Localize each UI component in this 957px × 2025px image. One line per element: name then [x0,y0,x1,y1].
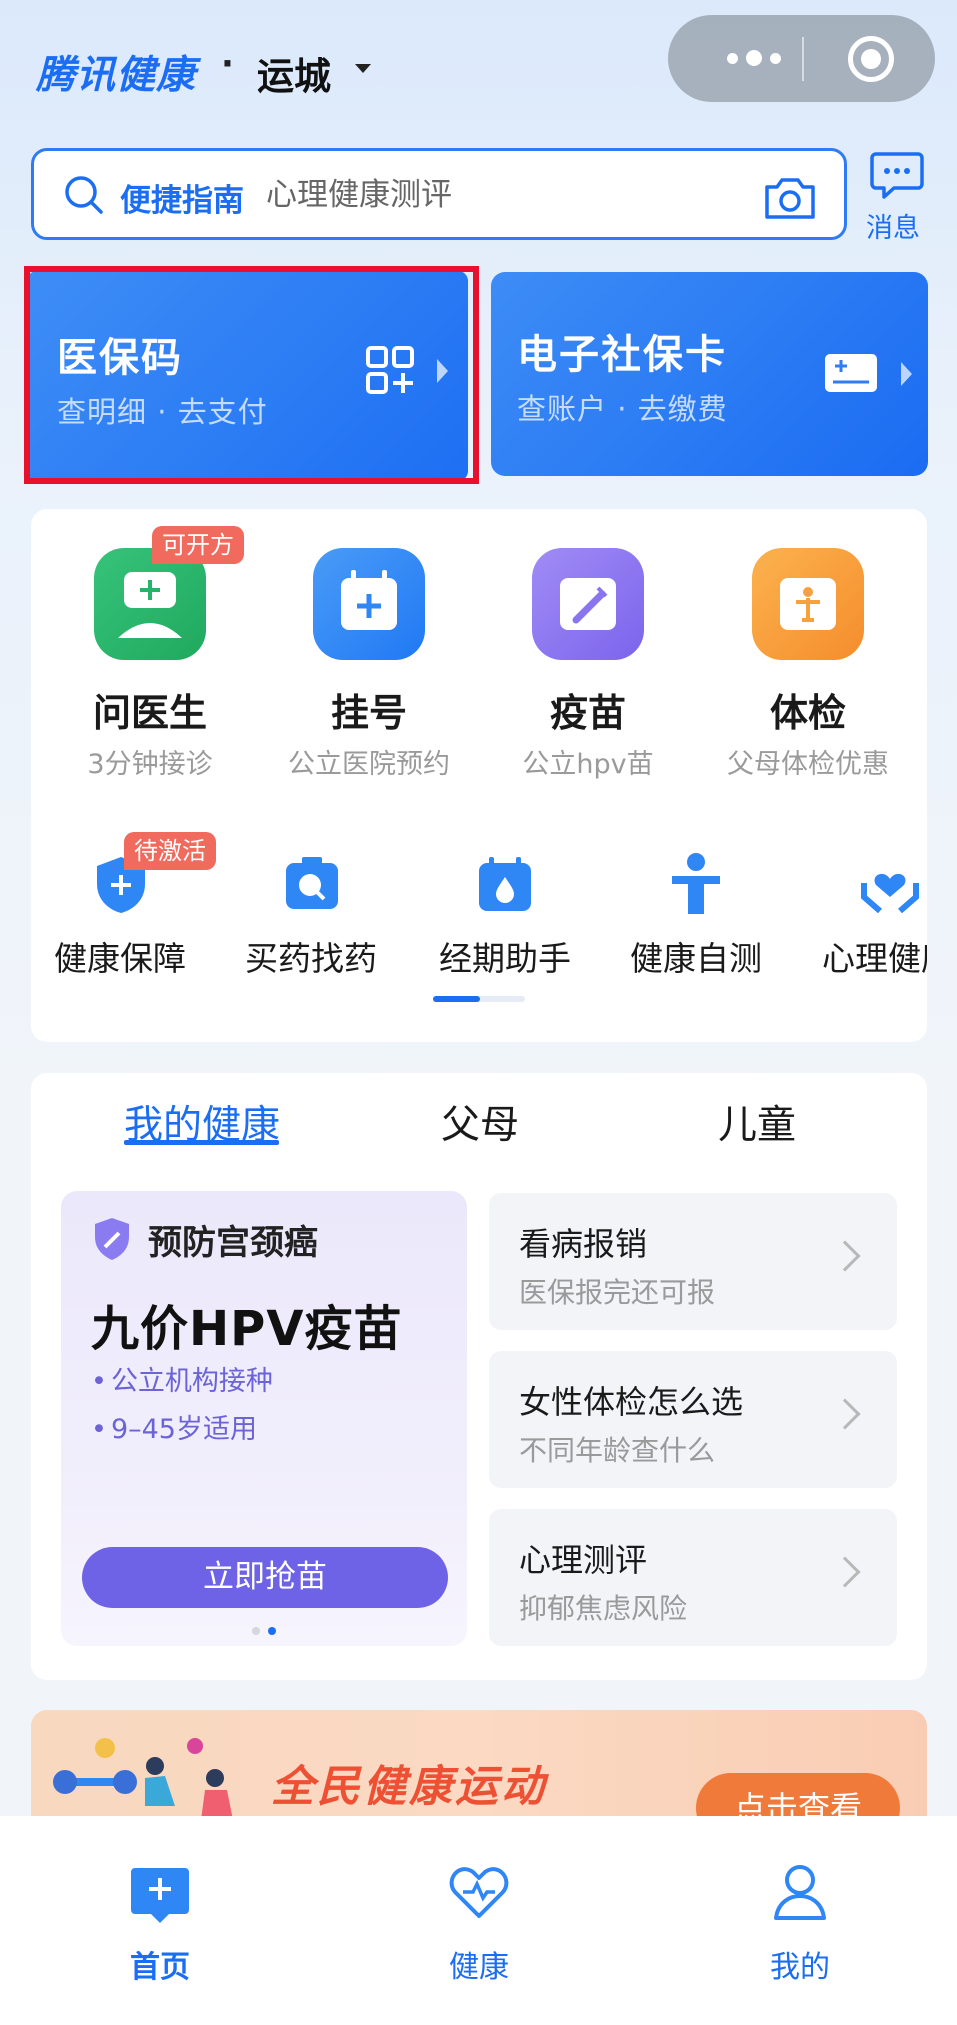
fitness-banner[interactable]: 全民健康运动 点击查看 [31,1710,927,1820]
city-selector[interactable]: 运城 [257,46,331,100]
service-tag: 待激活 [124,832,216,870]
promo-tag: 预防宫颈癌 [148,1223,318,1263]
service-ask-doctor[interactable] [94,548,206,660]
message-button[interactable]: 消息 [862,150,932,244]
checkup-icon [752,548,864,660]
camera-icon[interactable] [762,173,818,221]
tab-label: 健康 [449,1950,509,1985]
fitness-illustration-icon [53,1738,233,1820]
brand-separator: · [221,44,234,84]
search-guide-label[interactable]: 便捷指南 [120,175,244,220]
quick-row-psych-test[interactable]: 心理测评 抑郁焦虑风险 [489,1509,897,1646]
message-icon [870,152,924,199]
service-desc: 父母体检优惠 [727,749,889,780]
promo-bullet: 公立机构接种 [91,1359,273,1398]
tab-health[interactable]: 健康 [409,1856,549,1996]
search-icon [65,176,103,214]
caret-down-icon[interactable] [355,64,371,73]
person-icon [672,853,720,914]
chevron-right-icon [829,1240,861,1272]
service-vaccine[interactable] [532,548,644,660]
service-name: 问医生 [92,691,207,735]
mini-service-name: 心理健康 [822,939,927,978]
hpv-promo-card[interactable]: 预防宫颈癌 九价HPV疫苗 公立机构接种 9–45岁适用 立即抢苗 [61,1191,467,1646]
medicine-search-icon [286,857,338,909]
service-desc: 公立医院预约 [288,749,450,780]
chevron-right-icon [829,1398,861,1430]
quick-row-subtitle: 医保报完还可报 [519,1276,716,1309]
carousel-dot-active [268,1627,276,1635]
search-bar[interactable]: 便捷指南 [31,148,847,240]
tab-parents[interactable]: 父母 [441,1094,519,1150]
mini-service-name: 经期助手 [439,939,571,978]
social-card-subtitle: 查账户 · 去缴费 [517,392,728,426]
social-card-title: 电子社保卡 [517,332,727,378]
search-input[interactable] [266,167,746,223]
mini-service-selftest[interactable] [668,852,724,920]
carousel-dot [252,1627,260,1635]
tab-mine[interactable]: 我的 [730,1856,870,1996]
active-tab-indicator [124,1140,279,1145]
vaccine-shield-icon [95,1218,129,1260]
quick-row-female-checkup[interactable]: 女性体检怎么选 不同年龄查什么 [489,1351,897,1488]
social-security-card[interactable]: 电子社保卡 查账户 · 去缴费 [491,272,928,476]
more-dots-icon[interactable] [713,43,795,73]
capsule-divider [802,37,804,81]
quick-row-title: 看病报销 [519,1225,648,1263]
promo-bullet: 9–45岁适用 [91,1407,257,1446]
miniprogram-capsule [668,15,935,102]
bottom-tab-bar: 首页 健康 我的 [0,1816,957,2025]
service-desc: 公立hpv苗 [522,749,654,780]
quick-row-title: 心理测评 [519,1541,648,1579]
service-tag: 可开方 [152,526,244,564]
quick-row-reimbursement[interactable]: 看病报销 医保报完还可报 [489,1193,897,1330]
tab-label: 首页 [130,1950,190,1985]
vaccine-icon [532,548,644,660]
heart-pulse-icon [449,1867,509,1918]
services-scroll-thumb [433,996,480,1002]
banner-title: 全民健康运动 [271,1762,547,1812]
heart-hands-icon [861,873,919,914]
quick-row-subtitle: 不同年龄查什么 [519,1434,716,1467]
service-desc: 3分钟接诊 [87,749,213,780]
quick-row-subtitle: 抑郁焦虑风险 [519,1592,688,1625]
service-checkup[interactable] [752,548,864,660]
user-icon [774,1865,826,1920]
calendar-plus-icon [313,548,425,660]
tab-label: 我的 [770,1950,830,1985]
selection-highlight-box [24,266,479,484]
message-label: 消息 [866,213,920,244]
banner-view-button[interactable]: 点击查看 [696,1773,900,1820]
mini-service-medicine[interactable] [282,855,342,917]
quick-row-title: 女性体检怎么选 [519,1383,744,1421]
service-name: 挂号 [330,691,407,735]
mini-service-name: 买药找药 [245,939,377,978]
home-plus-icon [131,1868,189,1923]
mini-service-name-clip: 心理健康 [822,932,927,980]
tab-children[interactable]: 儿童 [718,1094,796,1150]
grab-vaccine-button[interactable]: 立即抢苗 [82,1547,448,1608]
service-registration[interactable] [313,548,425,660]
mini-service-name: 健康保障 [54,939,186,978]
mini-service-mental[interactable] [860,855,920,919]
mini-service-period[interactable] [476,855,534,919]
doctor-icon [94,548,206,660]
tab-home[interactable]: 首页 [90,1856,230,1996]
service-name: 疫苗 [549,691,626,735]
chevron-right-icon [901,362,912,386]
id-card-icon [825,354,877,392]
period-calendar-icon [479,857,531,911]
brand-logo: 腾讯健康 [36,53,197,98]
promo-title: 九价HPV疫苗 [91,1301,403,1357]
close-target-icon[interactable] [848,36,894,82]
mini-service-name: 健康自测 [630,939,762,978]
chevron-right-icon [829,1556,861,1588]
service-name: 体检 [769,691,846,735]
